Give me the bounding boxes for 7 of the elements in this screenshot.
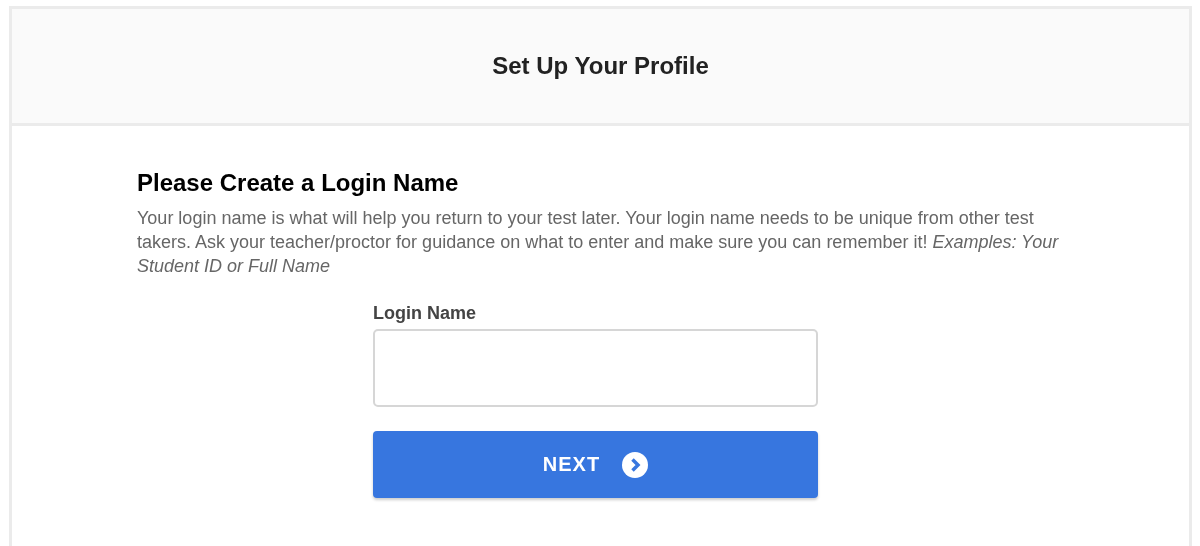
instructions-text: Your login name is what will help you return to your test later. Your login name needs to be unique from other test takers. Ask your teacher/proctor for guidance on what to enter and make sure you can remember it! Examples: Your Student ID or Full Name: [137, 207, 1060, 278]
next-button[interactable]: NEXT: [373, 431, 818, 498]
field-label: Login Name: [373, 303, 476, 324]
page-title: Set Up Your Profile: [492, 52, 709, 80]
chevron-circle-icon: [622, 451, 649, 478]
section-heading: Please Create a Login Name: [137, 169, 460, 197]
login-name-field[interactable]: [373, 329, 818, 407]
